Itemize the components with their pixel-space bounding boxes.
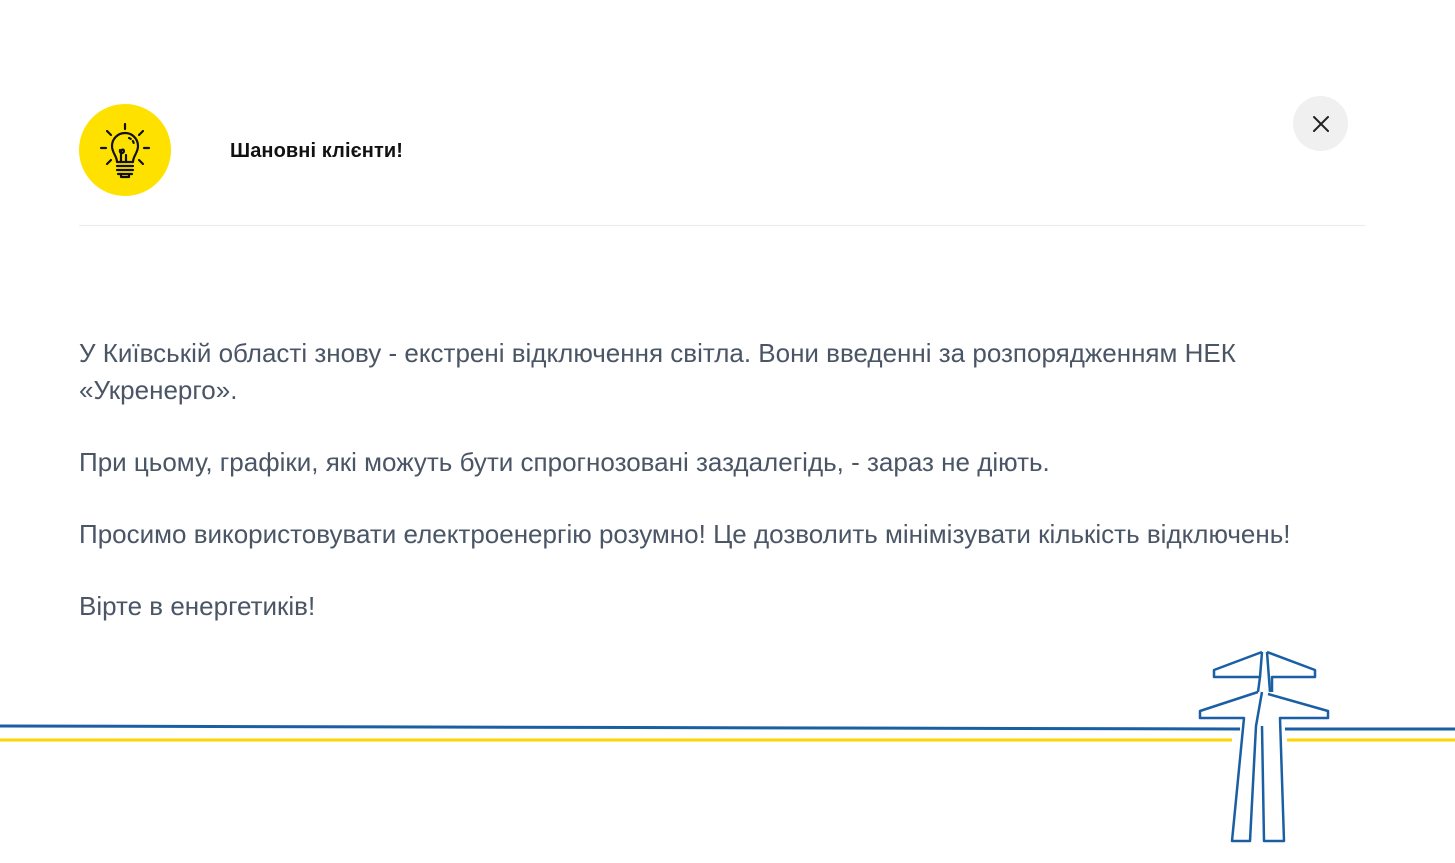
message-body: У Київській області знову - екстрені від… bbox=[79, 335, 1369, 660]
power-line-decoration bbox=[0, 650, 1455, 843]
close-button[interactable] bbox=[1293, 96, 1348, 151]
power-pylon-icon bbox=[1198, 650, 1330, 843]
message-paragraph: Вірте в енергетиків! bbox=[79, 591, 316, 621]
modal-title: Шановні клієнти! bbox=[230, 140, 403, 162]
blue-power-line bbox=[0, 724, 1241, 731]
notice-modal: Шановні клієнти! У Київській області зно… bbox=[0, 0, 1455, 863]
lightbulb-badge bbox=[79, 104, 171, 196]
lightbulb-icon bbox=[99, 122, 151, 179]
message-paragraph: При цьому, графіки, які можуть бути спро… bbox=[79, 447, 1050, 477]
message-paragraph: Просимо використовувати електроенергію р… bbox=[79, 519, 1291, 549]
modal-header: Шановні клієнти! bbox=[79, 104, 1366, 226]
close-icon bbox=[1312, 115, 1329, 132]
message-paragraph: У Київській області знову - екстрені від… bbox=[79, 338, 1236, 405]
